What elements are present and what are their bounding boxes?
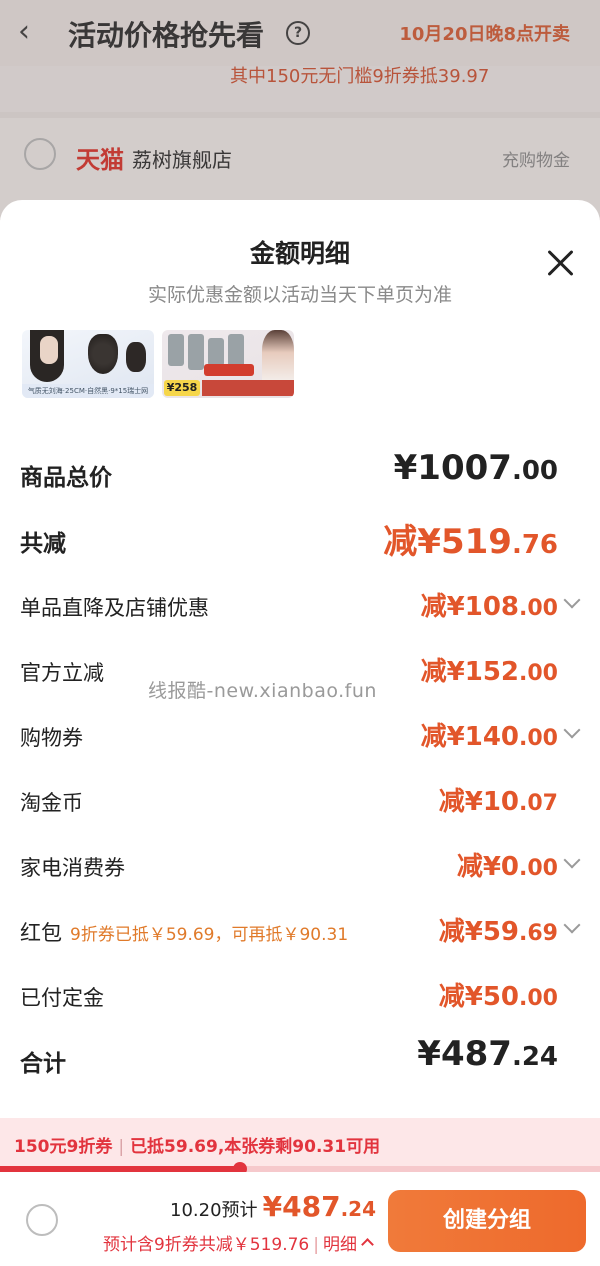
row-amount: 减¥50.00 (438, 982, 558, 1012)
row-sum: 合计 ¥487.24 (20, 1034, 580, 1082)
row-label: 合计 (20, 1051, 66, 1077)
row-label: 家电消费券 (20, 856, 125, 880)
row-label: 淘金币 (20, 791, 83, 815)
row-label: 商品总价 (20, 465, 112, 491)
thumbnail-caption: 气质无刘海·25CM·自然黑·9*15瑞士网 (22, 384, 154, 398)
row-label: 单品直降及店铺优惠 (20, 596, 209, 620)
estimated-price: 10.20预计 ¥487.24 (170, 1190, 376, 1223)
chevron-down-icon[interactable] (563, 916, 581, 934)
watermark: 线报酷-new.xianbao.fun (148, 680, 377, 702)
row-deposit: 已付定金 减¥50.00 (20, 974, 580, 1018)
row-label: 官方立减 (20, 661, 104, 685)
product-thumbnail-haircare[interactable]: ¥258 (162, 330, 294, 398)
discount-detail-link[interactable]: 预计含9折券共减￥519.76 | 明细 (103, 1230, 374, 1255)
chevron-up-icon (361, 1238, 374, 1251)
row-total-discount: 共减 减¥519.76 (20, 518, 580, 562)
row-label: 已付定金 (20, 986, 104, 1010)
row-red-packet[interactable]: 红包 9折券已抵￥59.69，可再抵￥90.31 减¥59.69 (20, 909, 581, 953)
sheet-subtitle: 实际优惠金额以活动当天下单页为准 (147, 284, 452, 306)
row-amount: 减¥519.76 (383, 522, 558, 562)
modal-overlay[interactable] (0, 0, 600, 220)
red-packet-note: 9折券已抵￥59.69，可再抵￥90.31 (70, 925, 349, 945)
amount-detail-sheet: 金额明细 实际优惠金额以活动当天下单页为准 气质无刘海·25CM·自然黑·9*1… (0, 200, 600, 1266)
close-icon[interactable] (546, 248, 576, 278)
chevron-down-icon[interactable] (563, 591, 581, 609)
row-amount: 减¥0.00 (456, 852, 558, 882)
select-all-radio[interactable] (26, 1204, 58, 1236)
sheet-title: 金额明细 (249, 239, 350, 268)
row-appliance-voucher[interactable]: 家电消费券 减¥0.00 (20, 844, 581, 888)
row-label: 红包 9折券已抵￥59.69，可再抵￥90.31 (20, 921, 349, 945)
chevron-down-icon[interactable] (563, 851, 581, 869)
coupon-progress-text: 150元9折券 | 已抵59.69,本张券剩90.31可用 (14, 1137, 381, 1157)
row-total-price: 商品总价 ¥1007.00 (20, 448, 580, 496)
row-amount: ¥1007.00 (393, 448, 558, 488)
chevron-down-icon[interactable] (563, 721, 581, 739)
coupon-progress-banner: 150元9折券 | 已抵59.69,本张券剩90.31可用 (0, 1118, 600, 1170)
row-amount: ¥487.24 (417, 1034, 558, 1074)
row-store-discount[interactable]: 单品直降及店铺优惠 减¥108.00 (20, 584, 581, 628)
product-thumbnail-wig[interactable]: 气质无刘海·25CM·自然黑·9*15瑞士网 (22, 330, 154, 398)
background-page: ‹ 活动价格抢先看 ? 10月20日晚8点开卖 其中150元无门槛9折券抵39.… (0, 0, 600, 228)
thumbnail-price: ¥258 (164, 380, 200, 396)
row-amount: 减¥108.00 (420, 592, 558, 622)
row-taojinbi: 淘金币 减¥10.07 (20, 779, 580, 823)
bottom-bar: 10.20预计 ¥487.24 预计含9折券共减￥519.76 | 明细 创建分组 (0, 1172, 600, 1266)
create-group-button[interactable]: 创建分组 (388, 1190, 586, 1252)
row-amount: 减¥10.07 (438, 787, 558, 817)
row-amount: 减¥140.00 (420, 722, 558, 752)
row-label: 购物券 (20, 726, 83, 750)
row-amount: 减¥152.00 (420, 657, 558, 687)
row-amount: 减¥59.69 (438, 917, 558, 947)
row-label: 共减 (20, 531, 66, 557)
row-shopping-coupon[interactable]: 购物券 减¥140.00 (20, 714, 581, 758)
